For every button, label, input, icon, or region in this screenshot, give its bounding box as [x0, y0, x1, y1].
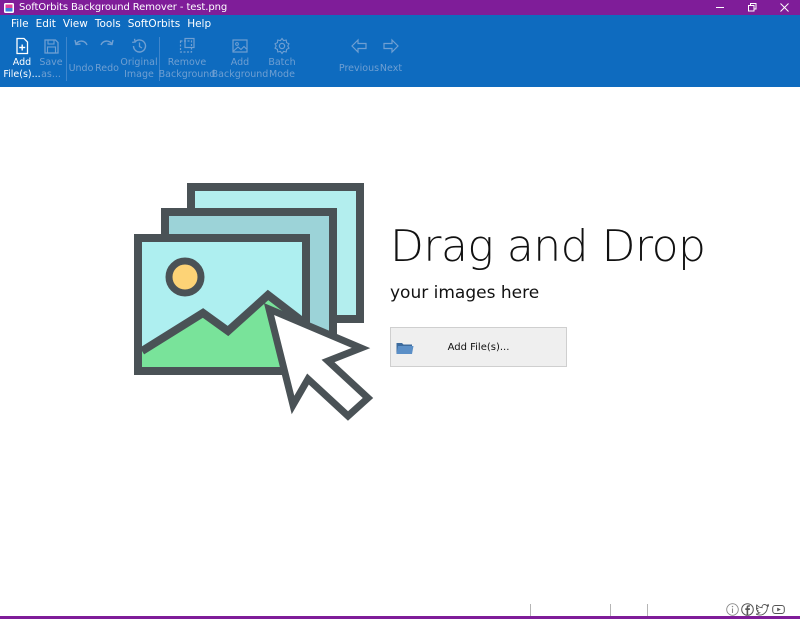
window-controls [704, 0, 800, 15]
remove-background-label-1: Remove [167, 57, 207, 68]
add-files-label-1: Add [12, 57, 32, 68]
remove-background-icon [176, 35, 198, 57]
add-background-button[interactable]: Add Background [211, 34, 269, 86]
history-icon [128, 35, 150, 57]
save-icon [40, 35, 62, 57]
close-button[interactable] [768, 0, 800, 15]
title-bar[interactable]: SoftOrbits Background Remover - test.png [0, 0, 800, 15]
window-title: SoftOrbits Background Remover - test.png [19, 2, 228, 13]
add-files-label-2: File(s)... [3, 69, 41, 80]
info-icon[interactable] [726, 603, 739, 616]
save-as-label-2: as... [41, 69, 61, 80]
arrow-left-icon [348, 35, 370, 57]
redo-icon [96, 35, 118, 57]
status-bar [0, 600, 800, 619]
menu-help[interactable]: Help [187, 18, 211, 30]
drop-zone[interactable]: Drag and Drop your images here Add File(… [0, 87, 800, 614]
minimize-icon [715, 7, 724, 8]
menu-softorbits[interactable]: SoftOrbits [128, 18, 180, 30]
add-background-label-1: Add [230, 57, 250, 68]
previous-button[interactable]: Previous [339, 34, 379, 86]
undo-button[interactable]: Undo [68, 34, 94, 86]
close-icon [779, 3, 789, 12]
original-image-label-1: Original [120, 57, 158, 68]
save-as-label-1: Save [39, 57, 63, 68]
status-separator [610, 604, 611, 616]
menu-edit[interactable]: Edit [36, 18, 56, 30]
batch-mode-label-2: Mode [269, 69, 295, 80]
twitter-icon[interactable] [756, 603, 769, 616]
add-files-main-button[interactable]: Add File(s)... [390, 327, 567, 367]
original-image-label-2: Image [124, 69, 154, 80]
undo-icon [70, 35, 92, 57]
save-as-button[interactable]: Save as... [38, 34, 64, 86]
restore-button[interactable] [736, 0, 768, 15]
add-files-main-label: Add File(s)... [447, 341, 510, 353]
toolbar-separator [66, 37, 67, 81]
add-background-label-2: Background [211, 69, 269, 80]
minimize-button[interactable] [704, 0, 736, 15]
menu-tools[interactable]: Tools [95, 18, 121, 30]
restore-icon [747, 3, 756, 12]
menu-file[interactable]: File [11, 18, 29, 30]
status-separator [647, 604, 648, 616]
image-icon [229, 35, 251, 57]
batch-mode-label-1: Batch [268, 57, 296, 68]
original-image-button[interactable]: Original Image [120, 34, 158, 86]
add-files-button[interactable]: Add File(s)... [3, 34, 41, 86]
gear-icon [271, 35, 293, 57]
redo-label: Redo [95, 63, 119, 74]
drag-drop-headline: Drag and Drop [390, 221, 706, 272]
status-separator [530, 604, 531, 616]
batch-mode-button[interactable]: Batch Mode [266, 34, 298, 86]
youtube-icon[interactable] [772, 603, 785, 616]
undo-label: Undo [68, 63, 94, 74]
arrow-right-icon [380, 35, 402, 57]
images-drag-illustration [134, 183, 374, 421]
previous-label: Previous [338, 63, 380, 74]
next-label: Next [379, 63, 403, 74]
remove-background-label-2: Background [158, 69, 216, 80]
menu-bar: File Edit View Tools SoftOrbits Help [0, 15, 218, 32]
menu-view[interactable]: View [63, 18, 88, 30]
app-window: SoftOrbits Background Remover - test.png… [0, 0, 800, 619]
app-logo-icon [4, 2, 14, 13]
add-file-icon [11, 35, 33, 57]
drag-drop-subline: your images here [390, 283, 540, 303]
ribbon: File Edit View Tools SoftOrbits Help Add… [0, 15, 800, 87]
next-button[interactable]: Next [378, 34, 404, 86]
redo-button[interactable]: Redo [94, 34, 120, 86]
facebook-icon[interactable] [741, 603, 754, 616]
remove-background-button[interactable]: Remove Background [158, 34, 216, 86]
